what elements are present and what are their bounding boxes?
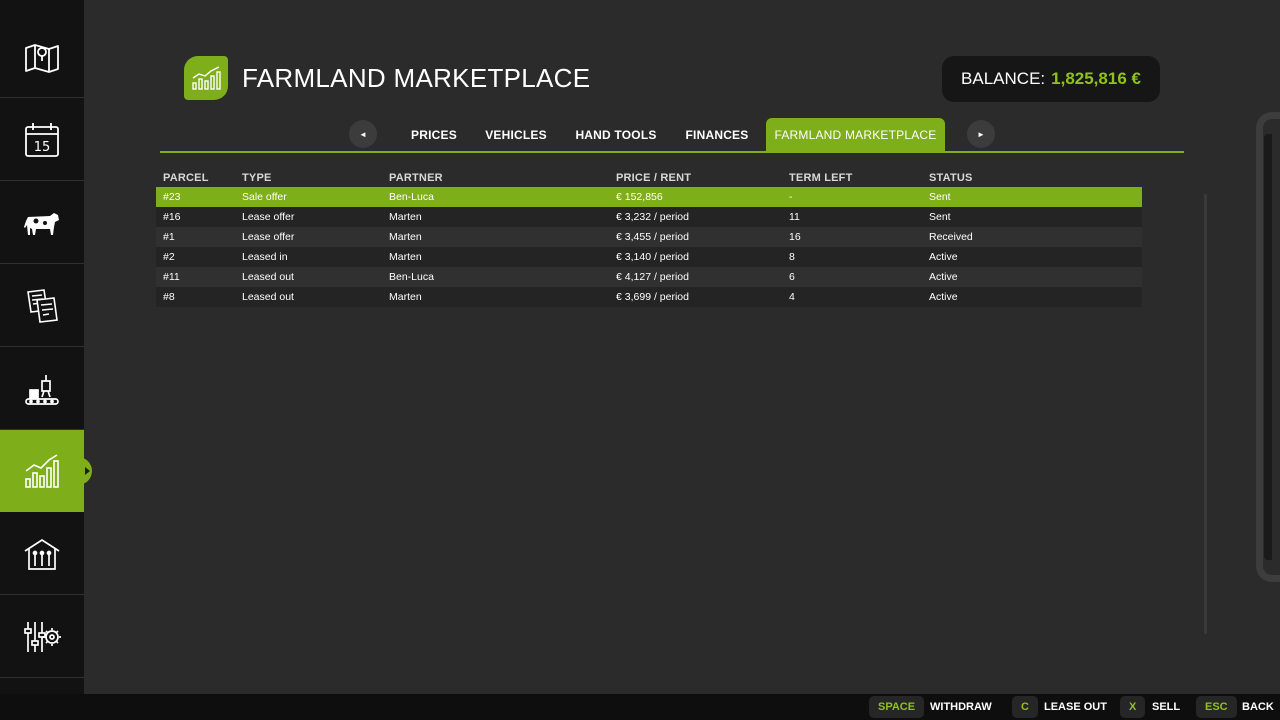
tab-vehicles[interactable]: VEHICLES — [478, 118, 554, 152]
key-esc-badge[interactable]: ESC — [1196, 696, 1237, 718]
sidebar-item-map[interactable] — [0, 16, 84, 98]
cell-price: € 3,699 / period — [616, 291, 689, 303]
table-row[interactable]: #23 Sale offer Ben-Luca € 152,856 - Sent — [156, 187, 1142, 207]
cell-parcel: #11 — [163, 271, 180, 283]
table-row[interactable]: #2 Leased in Marten € 3,140 / period 8 A… — [156, 247, 1142, 267]
sidebar-item-calendar[interactable]: 15 — [0, 99, 84, 181]
back-action[interactable]: BACK — [1242, 701, 1274, 713]
column-header-price: PRICE / RENT — [616, 172, 692, 184]
cell-parcel: #1 — [163, 231, 175, 243]
cell-status: Received — [929, 231, 973, 243]
cell-type: Sale offer — [242, 191, 287, 203]
cell-term-left: 4 — [789, 291, 795, 303]
sidebar-item-statistics[interactable] — [0, 430, 92, 512]
table-row[interactable]: #1 Lease offer Marten € 3,455 / period 1… — [156, 227, 1142, 247]
column-header-term-left: TERM LEFT — [789, 172, 853, 184]
cell-partner: Marten — [389, 291, 422, 303]
table-row[interactable]: #11 Leased out Ben-Luca € 4,127 / period… — [156, 267, 1142, 287]
contracts-icon — [27, 288, 58, 323]
cell-parcel: #2 — [163, 251, 175, 263]
sidebar-item-production[interactable] — [0, 348, 84, 430]
active-pointer — [85, 467, 90, 475]
table-row[interactable]: #16 Lease offer Marten € 3,232 / period … — [156, 207, 1142, 227]
cell-price: € 3,140 / period — [616, 251, 689, 263]
cell-type: Lease offer — [242, 231, 295, 243]
cell-term-left: 11 — [789, 211, 800, 223]
tab-hand-tools[interactable]: HAND TOOLS — [568, 118, 664, 152]
table-row[interactable]: #8 Leased out Marten € 3,699 / period 4 … — [156, 287, 1142, 307]
sidebar-item-barn[interactable] — [0, 513, 84, 595]
cell-price: € 152,856 — [616, 191, 663, 203]
production-icon — [25, 374, 59, 405]
cell-parcel: #23 — [163, 191, 181, 203]
cell-term-left: 16 — [789, 231, 801, 243]
cell-price: € 3,232 / period — [616, 211, 689, 223]
sidebar-item-contracts[interactable] — [0, 265, 84, 347]
cell-partner: Marten — [389, 251, 422, 263]
cell-partner: Marten — [389, 211, 422, 223]
lease-out-action[interactable]: LEASE OUT — [1044, 701, 1107, 713]
cell-parcel: #16 — [163, 211, 181, 223]
balance-value: 1,825,816 € — [1051, 69, 1141, 88]
sidebar: 15 — [0, 0, 92, 694]
key-c-badge[interactable]: C — [1012, 696, 1038, 718]
cell-partner: Marten — [389, 231, 422, 243]
page-logo — [184, 56, 228, 100]
cell-status: Active — [929, 251, 958, 263]
tab-prev-button[interactable]: ◄ — [349, 120, 377, 148]
cell-status: Sent — [929, 191, 951, 203]
svg-text:15: 15 — [34, 140, 51, 155]
key-x-badge[interactable]: X — [1120, 696, 1146, 718]
cell-status: Active — [929, 271, 958, 283]
page-title: FARMLAND MARKETPLACE — [242, 63, 591, 93]
side-frame-inner — [1264, 134, 1272, 560]
sidebar-item-settings[interactable] — [0, 596, 84, 678]
tab-underline — [160, 151, 1184, 153]
column-header-type: TYPE — [242, 172, 272, 184]
column-header-parcel: PARCEL — [163, 172, 209, 184]
balance-label: BALANCE: — [961, 69, 1046, 88]
tab-next-button[interactable]: ► — [967, 120, 995, 148]
barn-icon — [24, 538, 60, 570]
cell-status: Sent — [929, 211, 951, 223]
balance-display: BALANCE: 1,825,816 € — [942, 56, 1160, 102]
cell-type: Lease offer — [242, 211, 295, 223]
cell-term-left: 6 — [789, 271, 795, 283]
tab-prices[interactable]: PRICES — [404, 118, 464, 152]
table-scrollbar[interactable] — [1204, 194, 1207, 634]
map-icon — [25, 43, 59, 73]
stats-chart-icon — [192, 66, 221, 90]
sidebar-item-animals[interactable] — [0, 182, 84, 264]
cell-type: Leased out — [242, 291, 294, 303]
cell-term-left: 8 — [789, 251, 795, 263]
cell-type: Leased in — [242, 251, 288, 263]
sell-action[interactable]: SELL — [1152, 701, 1180, 713]
cow-icon — [24, 212, 59, 235]
tab-farmland-marketplace[interactable]: FARMLAND MARKETPLACE — [766, 118, 945, 152]
calendar-icon: 15 — [25, 122, 59, 157]
cell-status: Active — [929, 291, 958, 303]
key-space-badge[interactable]: SPACE — [869, 696, 925, 718]
settings-icon — [24, 621, 61, 652]
cell-partner: Ben-Luca — [389, 191, 434, 203]
cell-term-left: - — [789, 191, 793, 203]
withdraw-action[interactable]: WITHDRAW — [930, 701, 992, 713]
column-header-partner: PARTNER — [389, 172, 443, 184]
column-header-status: STATUS — [929, 172, 973, 184]
tab-finances[interactable]: FINANCES — [678, 118, 756, 152]
cell-partner: Ben-Luca — [389, 271, 434, 283]
cell-price: € 3,455 / period — [616, 231, 689, 243]
cell-parcel: #8 — [163, 291, 175, 303]
cell-price: € 4,127 / period — [616, 271, 689, 283]
cell-type: Leased out — [242, 271, 294, 283]
stats-chart-icon — [25, 454, 59, 488]
